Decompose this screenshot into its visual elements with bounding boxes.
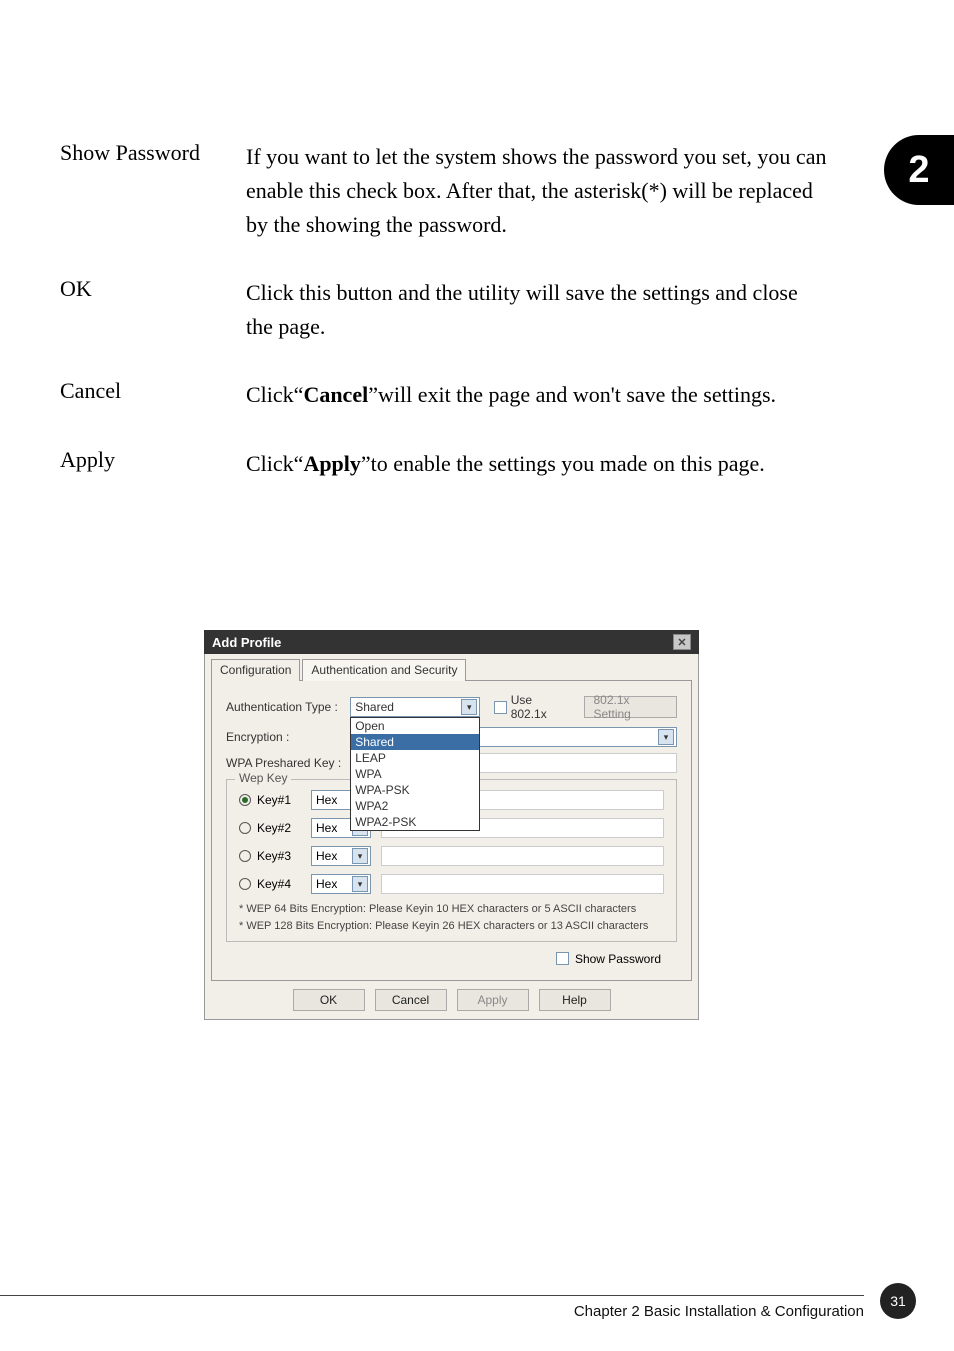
- show-password-label: Show Password: [575, 952, 661, 966]
- chevron-down-icon[interactable]: ▾: [658, 729, 674, 745]
- help-button[interactable]: Help: [539, 989, 611, 1011]
- key4-label: Key#4: [257, 877, 311, 891]
- key3-format-select[interactable]: Hex ▾: [311, 846, 371, 866]
- wep-group-label: Wep Key: [235, 771, 291, 785]
- definition-desc: Click“Apply”to enable the settings you m…: [246, 447, 830, 481]
- close-icon[interactable]: ✕: [673, 634, 691, 650]
- chevron-down-icon[interactable]: ▾: [461, 699, 477, 715]
- dialog-buttons: OK Cancel Apply Help: [211, 989, 692, 1011]
- auth-option-wpa2[interactable]: WPA2: [351, 798, 479, 814]
- key-row-3: Key#3 Hex ▾: [239, 846, 664, 866]
- definition-term: Show Password: [60, 140, 246, 242]
- page-number-badge: 31: [880, 1283, 916, 1319]
- show-password-row: Show Password: [226, 952, 661, 966]
- footer-divider: [0, 1295, 864, 1296]
- wep-hint-1: * WEP 64 Bits Encryption: Please Keyin 1…: [239, 902, 664, 917]
- show-password-checkbox[interactable]: Show Password: [556, 952, 661, 966]
- add-profile-dialog: Add Profile ✕ Configuration Authenticati…: [204, 630, 699, 1020]
- key2-label: Key#2: [257, 821, 311, 835]
- definitions-list: Show Password If you want to let the sys…: [60, 140, 830, 515]
- auth-option-wpa2psk[interactable]: WPA2-PSK: [351, 814, 479, 830]
- dialog-titlebar[interactable]: Add Profile ✕: [204, 630, 699, 654]
- tab-auth-security[interactable]: Authentication and Security: [302, 659, 466, 681]
- apply-button[interactable]: Apply: [457, 989, 529, 1011]
- chapter-number: 2: [908, 149, 929, 192]
- auth-option-leap[interactable]: LEAP: [351, 750, 479, 766]
- definition-desc: Click“Cancel”will exit the page and won'…: [246, 378, 830, 412]
- radio-key3[interactable]: [239, 850, 251, 862]
- definition-row: OK Click this button and the utility wil…: [60, 276, 830, 344]
- auth-type-select[interactable]: Shared ▾ Open Shared LEAP WPA WPA-PSK WP…: [350, 697, 480, 717]
- key4-format-select[interactable]: Hex ▾: [311, 874, 371, 894]
- wpa-psk-label: WPA Preshared Key :: [226, 756, 356, 770]
- auth-type-value: Shared: [355, 700, 394, 714]
- wpa-psk-input[interactable]: [457, 753, 677, 773]
- definition-term: Cancel: [60, 378, 246, 412]
- auth-type-row: Authentication Type : Shared ▾ Open Shar…: [226, 693, 677, 721]
- key3-label: Key#3: [257, 849, 311, 863]
- auth-panel: Authentication Type : Shared ▾ Open Shar…: [211, 681, 692, 981]
- definition-term: OK: [60, 276, 246, 344]
- definition-row: Cancel Click“Cancel”will exit the page a…: [60, 378, 830, 412]
- checkbox-icon: [494, 701, 506, 714]
- radio-key1[interactable]: [239, 794, 251, 806]
- key3-input[interactable]: [381, 846, 664, 866]
- 8021x-setting-button[interactable]: 802.1x Setting: [584, 696, 677, 718]
- checkbox-icon: [556, 952, 569, 965]
- auth-type-label: Authentication Type :: [226, 700, 350, 714]
- chapter-badge: 2: [884, 135, 954, 205]
- chevron-down-icon[interactable]: ▾: [352, 848, 368, 864]
- encryption-label: Encryption :: [226, 730, 356, 744]
- footer-text: Chapter 2 Basic Installation & Configura…: [574, 1303, 864, 1320]
- radio-key4[interactable]: [239, 878, 251, 890]
- key1-label: Key#1: [257, 793, 311, 807]
- definition-term: Apply: [60, 447, 246, 481]
- auth-option-shared[interactable]: Shared: [351, 734, 479, 750]
- radio-key2[interactable]: [239, 822, 251, 834]
- tab-configuration[interactable]: Configuration: [211, 659, 300, 681]
- auth-type-dropdown[interactable]: Open Shared LEAP WPA WPA-PSK WPA2 WPA2-P…: [350, 717, 480, 831]
- definition-desc: Click this button and the utility will s…: [246, 276, 830, 344]
- use-8021x-label: Use 802.1x: [511, 693, 569, 721]
- page-footer: Chapter 2 Basic Installation & Configura…: [0, 1277, 954, 1317]
- page-number: 31: [890, 1293, 906, 1309]
- dialog-body: Configuration Authentication and Securit…: [204, 654, 699, 1020]
- tabs: Configuration Authentication and Securit…: [211, 658, 692, 681]
- chevron-down-icon[interactable]: ▾: [352, 876, 368, 892]
- dialog-title: Add Profile: [212, 635, 281, 650]
- ok-button[interactable]: OK: [293, 989, 365, 1011]
- definition-desc: If you want to let the system shows the …: [246, 140, 830, 242]
- wep-hint-2: * WEP 128 Bits Encryption: Please Keyin …: [239, 919, 664, 934]
- cancel-button[interactable]: Cancel: [375, 989, 447, 1011]
- auth-option-open[interactable]: Open: [351, 718, 479, 734]
- auth-option-wpa[interactable]: WPA: [351, 766, 479, 782]
- key4-input[interactable]: [381, 874, 664, 894]
- auth-option-wpapsk[interactable]: WPA-PSK: [351, 782, 479, 798]
- definition-row: Show Password If you want to let the sys…: [60, 140, 830, 242]
- radio-dot-icon: [242, 797, 248, 803]
- key-row-4: Key#4 Hex ▾: [239, 874, 664, 894]
- definition-row: Apply Click“Apply”to enable the settings…: [60, 447, 830, 481]
- use-8021x-checkbox[interactable]: Use 802.1x: [494, 693, 568, 721]
- encryption-select[interactable]: ▾: [457, 727, 677, 747]
